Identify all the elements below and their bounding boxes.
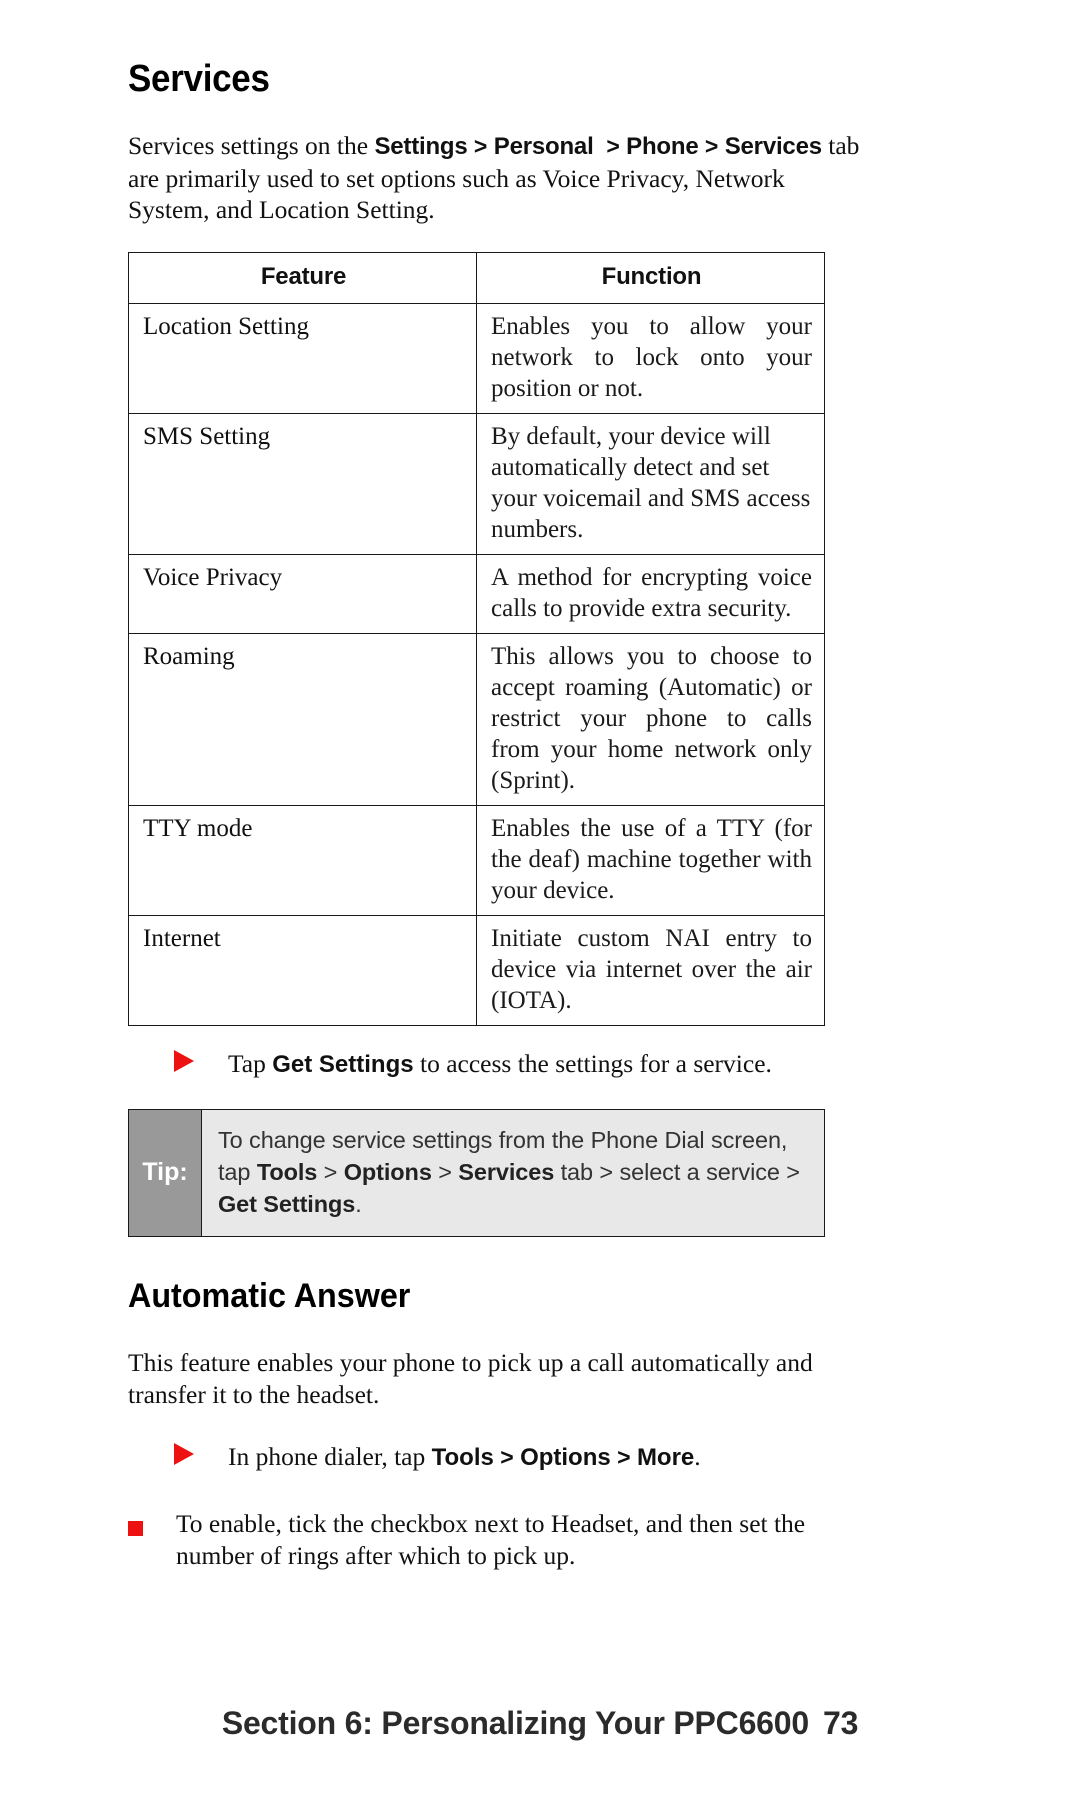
nav-path-settings: Settings: [374, 133, 468, 160]
dialer-sep-2: >: [610, 1443, 637, 1470]
table-row: TTY mode Enables the use of a TTY (for t…: [128, 804, 825, 916]
bullet-pre: Tap: [228, 1048, 273, 1078]
red-square-bullet-icon: [128, 1520, 176, 1536]
bullet-post: to access the settings for a service.: [413, 1048, 772, 1078]
cell-feature: SMS Setting: [128, 412, 477, 555]
subsection-title: Automatic Answer: [128, 1276, 411, 1315]
bullet-phone-dialer-text: In phone dialer, tap Tools > Options > M…: [204, 1441, 868, 1474]
cell-function: Enables you to allow your network to loc…: [476, 302, 825, 414]
cell-function: Enables the use of a TTY (for the deaf) …: [476, 804, 825, 916]
tip-bold-get-settings: Get Settings: [218, 1190, 356, 1217]
dialer-bold-options: Options: [520, 1443, 611, 1471]
red-triangle-bullet-icon: [174, 1049, 204, 1072]
red-triangle-bullet-icon: [174, 1442, 204, 1465]
manual-page: Services Services settings on the Settin…: [0, 0, 1080, 1800]
tip-line1-sep: >: [317, 1158, 344, 1185]
dialer-bold-tools: Tools: [431, 1443, 494, 1471]
dialer-bold-more: More: [636, 1443, 695, 1471]
bullet-phone-dialer: In phone dialer, tap Tools > Options > M…: [128, 1441, 868, 1474]
features-table: Feature Function Location Setting Enable…: [128, 251, 825, 1026]
table-header-function: Function: [476, 251, 825, 304]
cell-function: This allows you to choose to accept roam…: [476, 632, 825, 806]
tip-bold-options: Options: [343, 1158, 432, 1185]
page-content: Services Services settings on the Settin…: [128, 60, 868, 1572]
intro-lead: Services settings on the: [128, 131, 375, 160]
table-row: Roaming This allows you to choose to acc…: [128, 632, 825, 806]
tip-line2-mid: tab > select a service >: [554, 1158, 800, 1185]
bullet-bold-get-settings: Get Settings: [272, 1050, 414, 1078]
cell-function: By default, your device will automatical…: [476, 412, 825, 555]
nav-path-services: Services: [724, 133, 822, 160]
bullet-enable-headset: To enable, tick the checkbox next to Hea…: [128, 1508, 868, 1572]
tip-line2-end: .: [355, 1190, 362, 1217]
tip-body: To change service settings from the Phon…: [202, 1110, 824, 1236]
tip-label: Tip:: [129, 1109, 202, 1236]
table-row: Voice Privacy A method for encrypting vo…: [128, 553, 825, 634]
bullet-enable-headset-text: To enable, tick the checkbox next to Hea…: [176, 1508, 806, 1570]
dialer-post: .: [694, 1441, 701, 1471]
tip-line2-sep1: >: [431, 1158, 459, 1185]
table-header-row: Feature Function: [128, 251, 825, 304]
cell-function: Initiate custom NAI entry to device via …: [476, 914, 825, 1026]
automatic-answer-paragraph: This feature enables your phone to pick …: [128, 1347, 813, 1409]
bullet-get-settings-text: Tap Get Settings to access the settings …: [204, 1048, 868, 1081]
footer-section-label: Section 6: Personalizing Your PPC6600: [221, 1705, 809, 1741]
dialer-sep-1: >: [493, 1443, 521, 1470]
dialer-pre: In phone dialer, tap: [228, 1441, 432, 1471]
tip-bold-tools: Tools: [256, 1158, 318, 1185]
cell-feature: Roaming: [128, 632, 477, 806]
nav-sep-1: >: [467, 133, 494, 159]
table-row: Location Setting Enables you to allow yo…: [128, 302, 825, 414]
tip-bold-services: Services: [458, 1158, 555, 1185]
page-footer: Section 6: Personalizing Your PPC6600 73: [0, 1705, 1080, 1742]
cell-feature: TTY mode: [128, 804, 477, 916]
nav-path-personal: Personal: [493, 133, 594, 160]
nav-path-phone: Phone: [626, 133, 699, 160]
page-number: 73: [822, 1705, 859, 1741]
nav-sep-3: >: [698, 133, 725, 159]
nav-sep-2: >: [593, 133, 627, 159]
intro-paragraph: Services settings on the Settings > Pers…: [128, 130, 868, 226]
bullet-get-settings: Tap Get Settings to access the settings …: [128, 1048, 868, 1081]
cell-feature: Location Setting: [128, 302, 477, 414]
cell-feature: Voice Privacy: [128, 553, 477, 634]
table-row: SMS Setting By default, your device will…: [128, 412, 825, 555]
table-header-feature: Feature: [128, 251, 477, 304]
page-title: Services: [128, 58, 270, 100]
table-row: Internet Initiate custom NAI entry to de…: [128, 914, 825, 1026]
cell-function: A method for encrypting voice calls to p…: [476, 553, 825, 634]
cell-feature: Internet: [128, 914, 477, 1026]
tip-box: Tip: To change service settings from the…: [128, 1108, 825, 1237]
